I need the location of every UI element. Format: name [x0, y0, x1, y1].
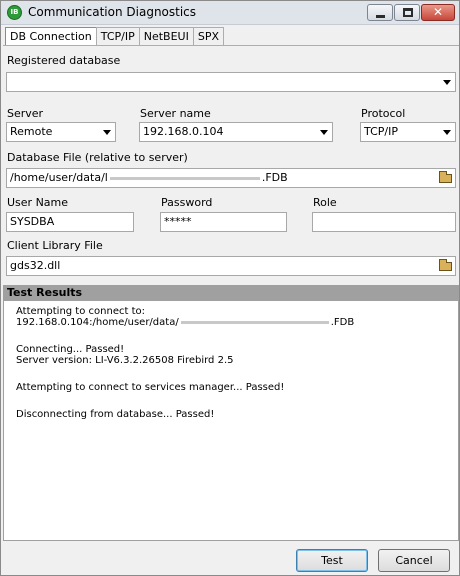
result-line: Attempting to connect to: [16, 306, 145, 317]
registered-database-select[interactable] [6, 72, 456, 92]
tab-spx[interactable]: SPX [192, 27, 225, 45]
result-line: Server version: LI-V6.3.2.26508 Firebird… [16, 355, 234, 366]
role-input[interactable] [312, 212, 456, 232]
password-input[interactable]: ***** [160, 212, 287, 232]
folder-open-icon [439, 259, 452, 271]
minimize-icon [376, 15, 385, 18]
result-line: Disconnecting from database... Passed! [16, 409, 215, 420]
result-line [16, 393, 458, 409]
tab-tcp-ip[interactable]: TCP/IP [95, 27, 140, 45]
tab-db-connection[interactable]: DB Connection [5, 27, 97, 46]
database-file-input[interactable]: /home/user/data/l .FDB [6, 168, 456, 188]
tab-strip: DB Connection TCP/IP NetBEUI SPX [5, 27, 225, 46]
result-path-start: 192.168.0.104:/home/user/data/ [16, 317, 179, 328]
result-line [16, 366, 458, 382]
test-button[interactable]: Test [296, 549, 368, 572]
protocol-label: Protocol [361, 107, 406, 120]
tab-netbeui[interactable]: NetBEUI [138, 27, 194, 45]
database-file-path-end: .FDB [261, 171, 288, 184]
server-name-label: Server name [140, 107, 211, 120]
user-name-label: User Name [7, 196, 69, 209]
communication-diagnostics-window: IB Communication Diagnostics ✕ DB Connec… [0, 0, 460, 576]
window-title: Communication Diagnostics [28, 5, 197, 19]
redacted-path [109, 176, 260, 180]
server-label: Server [7, 107, 44, 120]
test-results-panel[interactable]: Attempting to connect to: 192.168.0.104:… [3, 301, 459, 541]
protocol-value: TCP/IP [364, 125, 398, 138]
result-line: Connecting... Passed! [16, 344, 125, 355]
test-results-header: Test Results [3, 285, 459, 301]
close-button[interactable]: ✕ [421, 4, 455, 21]
chevron-down-icon[interactable] [439, 123, 455, 141]
client-library-label: Client Library File [7, 239, 103, 252]
client-library-input[interactable]: gds32.dll [6, 256, 456, 276]
minimize-button[interactable] [367, 4, 393, 21]
password-label: Password [161, 196, 213, 209]
server-select[interactable]: Remote [6, 122, 116, 142]
title-bar[interactable]: IB Communication Diagnostics ✕ [1, 1, 459, 25]
redacted-path [180, 320, 329, 324]
close-icon: ✕ [432, 5, 444, 19]
client-library-value: gds32.dll [10, 259, 61, 272]
role-label: Role [313, 196, 337, 209]
cancel-button[interactable]: Cancel [378, 549, 450, 572]
app-icon: IB [7, 5, 22, 20]
chevron-down-icon[interactable] [316, 123, 332, 141]
server-name-value: 192.168.0.104 [143, 125, 224, 138]
registered-database-label: Registered database [7, 54, 121, 67]
folder-open-icon [439, 171, 452, 183]
user-name-value: SYSDBA [10, 215, 55, 228]
password-value: ***** [164, 215, 192, 228]
maximize-button[interactable] [394, 4, 420, 21]
chevron-down-icon[interactable] [439, 73, 455, 91]
maximize-icon [403, 8, 413, 17]
browse-database-button[interactable] [437, 170, 454, 186]
result-line [16, 328, 458, 344]
browse-library-button[interactable] [437, 258, 454, 274]
database-file-path-start: /home/user/data/l [10, 171, 108, 184]
result-line: Attempting to connect to services manage… [16, 382, 285, 393]
server-name-select[interactable]: 192.168.0.104 [139, 122, 333, 142]
database-file-label: Database File (relative to server) [7, 151, 188, 164]
result-path-line: 192.168.0.104:/home/user/data/ .FDB [16, 317, 458, 328]
user-name-input[interactable]: SYSDBA [6, 212, 134, 232]
chevron-down-icon[interactable] [99, 123, 115, 141]
result-path-end: .FDB [330, 317, 355, 328]
protocol-select[interactable]: TCP/IP [360, 122, 456, 142]
server-value: Remote [10, 125, 53, 138]
